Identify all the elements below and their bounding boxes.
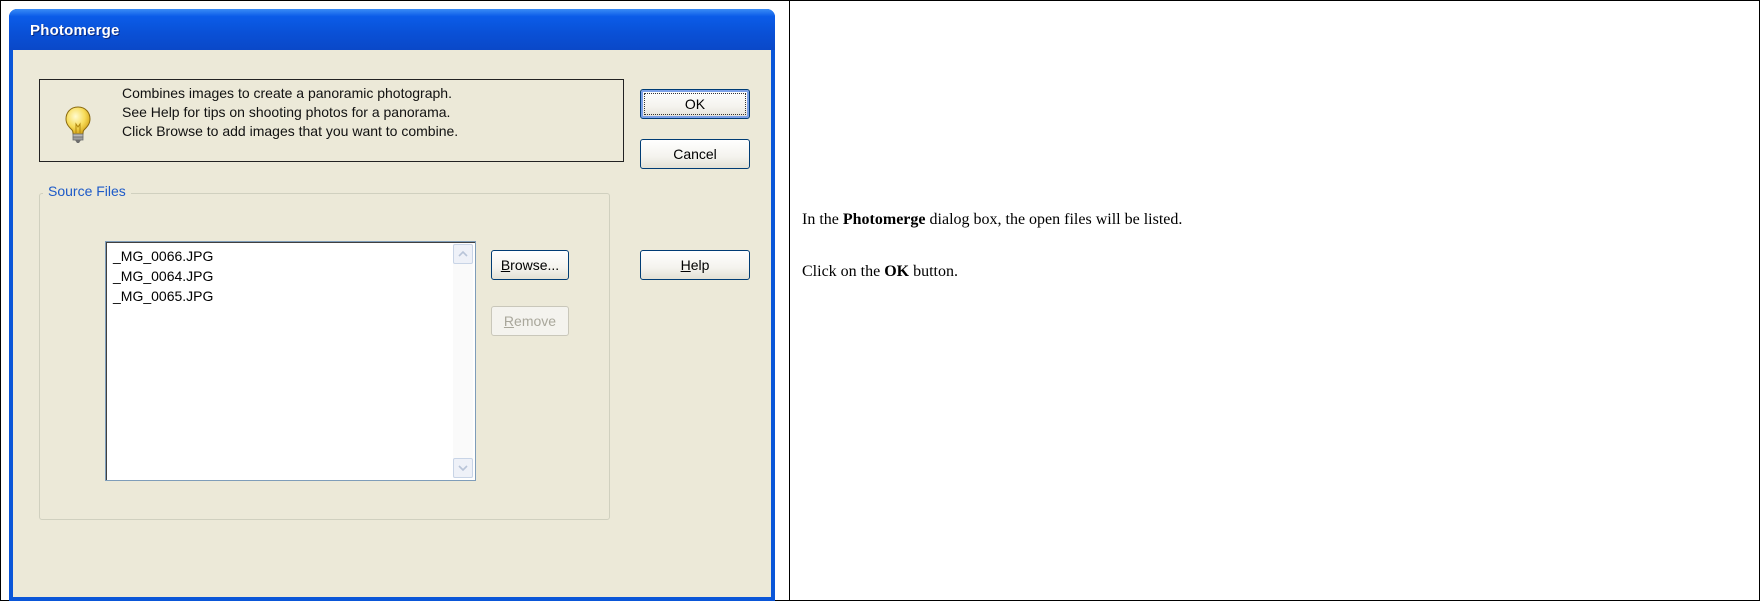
info-line-1: Combines images to create a panoramic ph… [122, 85, 452, 101]
scroll-down-button[interactable] [453, 458, 473, 478]
ok-button-label: OK [684, 96, 706, 112]
list-item[interactable]: _MG_0064.JPG [113, 268, 213, 284]
caption-2-post: button. [909, 263, 958, 280]
caption-2-pre: Click on the [802, 263, 885, 280]
lightbulb-icon [65, 106, 91, 143]
browse-button[interactable]: Browse... [491, 250, 569, 280]
caption-line-2: Click on the OK button. [802, 263, 958, 281]
caption-1-bold: Photomerge [842, 211, 926, 228]
help-button-label: Help [681, 257, 710, 273]
scroll-up-icon [458, 251, 468, 257]
list-item[interactable]: _MG_0066.JPG [113, 248, 213, 264]
browse-mnemonic: B [500, 257, 511, 273]
help-mnemonic: H [680, 257, 691, 273]
table-cell-divider [789, 0, 790, 601]
cancel-button[interactable]: Cancel [640, 139, 750, 169]
remove-button-label: Remove [504, 313, 556, 329]
dialog-client-area: Combines images to create a panoramic ph… [13, 50, 771, 597]
remove-label-rest: emove [514, 313, 557, 329]
scroll-down-icon [458, 465, 468, 471]
info-line-3: Click Browse to add images that you want… [122, 123, 459, 139]
remove-mnemonic: R [503, 313, 515, 329]
remove-button[interactable]: Remove [491, 306, 569, 336]
source-files-list[interactable]: _MG_0066.JPG _MG_0064.JPG _MG_0065.JPG [105, 241, 476, 481]
scroll-up-button[interactable] [453, 244, 473, 264]
info-box: Combines images to create a panoramic ph… [39, 79, 624, 162]
cancel-button-label: Cancel [673, 146, 717, 162]
browse-label-rest: rowse... [510, 257, 560, 273]
browse-button-label: Browse... [501, 257, 559, 273]
help-button[interactable]: Help [640, 250, 750, 280]
caption-line-1: In the Photomerge dialog box, the open f… [802, 211, 1182, 229]
caption-2-bold: OK [884, 263, 910, 280]
dialog-titlebar[interactable]: Photomerge [9, 9, 775, 50]
info-line-2: See Help for tips on shooting photos for… [122, 104, 451, 120]
photomerge-dialog: Photomerge Combines images to create a p… [9, 9, 775, 601]
caption-1-pre: In the [802, 211, 843, 228]
list-scrollbar[interactable] [453, 244, 473, 478]
source-files-label: Source Files [43, 183, 131, 199]
caption-1-post: dialog box, the open files will be liste… [925, 211, 1183, 228]
help-label-rest: elp [690, 257, 710, 273]
dialog-title: Photomerge [30, 22, 120, 39]
list-item[interactable]: _MG_0065.JPG [113, 288, 213, 304]
ok-button[interactable]: OK [640, 89, 750, 119]
